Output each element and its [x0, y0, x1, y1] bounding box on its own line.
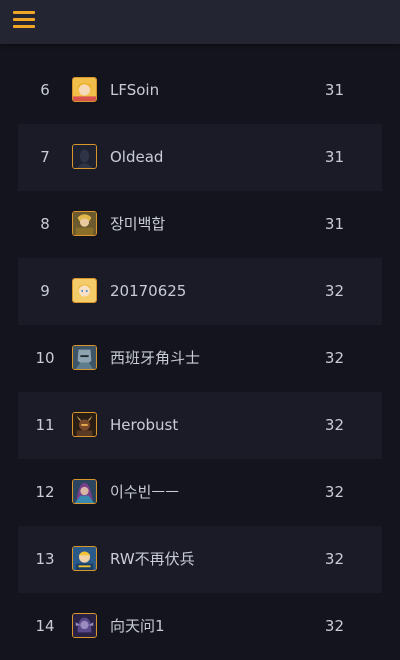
leaderboard-row[interactable]: 13 RW不再伏兵 32 — [18, 526, 382, 593]
rank-number: 6 — [40, 81, 50, 99]
rank-number: 7 — [40, 148, 50, 166]
player-score: 32 — [324, 617, 344, 635]
player-name: 이수빈ㅡㅡ — [110, 483, 180, 501]
rank-number: 12 — [35, 483, 55, 501]
rank-number: 10 — [35, 349, 55, 367]
rank-number: 14 — [35, 617, 55, 635]
player-score: 32 — [324, 550, 344, 568]
rank-number: 13 — [35, 550, 55, 568]
leaderboard-row[interactable]: 7 Oldead 31 — [18, 124, 382, 191]
rank-number: 9 — [40, 282, 50, 300]
player-score: 32 — [324, 349, 344, 367]
player-name: LFSoin — [110, 81, 160, 99]
player-score: 31 — [324, 215, 344, 233]
player-name: Herobust — [110, 416, 179, 434]
rank-number: 8 — [40, 215, 50, 233]
blonde-girl-portrait-icon — [72, 77, 97, 102]
leaderboard-row[interactable]: 9 20170625 32 — [18, 258, 382, 325]
dark-silhouette-portrait-icon — [72, 144, 97, 169]
top-app-bar — [0, 0, 400, 44]
leaderboard-row[interactable]: 6 LFSoin 31 — [18, 57, 382, 124]
leaderboard-row[interactable]: 10 西班牙角斗士 32 — [18, 325, 382, 392]
player-name: Oldead — [110, 148, 164, 166]
leaderboard-list: 6 LFSoin 31 7 Oldead 31 8 장미백합 31 9 2017… — [18, 44, 382, 660]
armored-knight-portrait-icon — [72, 345, 97, 370]
hamburger-menu-icon[interactable] — [13, 10, 35, 28]
player-score: 32 — [324, 416, 344, 434]
cartoon-character-portrait-icon — [72, 546, 97, 571]
leaderboard-row[interactable]: 12 이수빈ㅡㅡ 32 — [18, 459, 382, 526]
leaderboard-row[interactable]: 14 向天问1 32 — [18, 593, 382, 660]
player-name: 20170625 — [110, 282, 187, 300]
player-score: 31 — [324, 81, 344, 99]
player-score: 32 — [324, 282, 344, 300]
rank-number: 11 — [35, 416, 55, 434]
blonde-girl-portrait-icon — [72, 278, 97, 303]
player-name: RW不再伏兵 — [110, 550, 195, 568]
dark-elf-portrait-icon — [72, 613, 97, 638]
player-name: 장미백합 — [110, 215, 166, 233]
gold-armored-warrior-portrait-icon — [72, 211, 97, 236]
horned-warrior-portrait-icon — [72, 412, 97, 437]
player-score: 31 — [324, 148, 344, 166]
player-name: 西班牙角斗士 — [110, 349, 201, 367]
player-score: 32 — [324, 483, 344, 501]
player-name: 向天问1 — [110, 617, 165, 635]
leaderboard-row[interactable]: 11 Herobust 32 — [18, 392, 382, 459]
sorceress-portrait-icon — [72, 479, 97, 504]
leaderboard-row[interactable]: 8 장미백합 31 — [18, 191, 382, 258]
